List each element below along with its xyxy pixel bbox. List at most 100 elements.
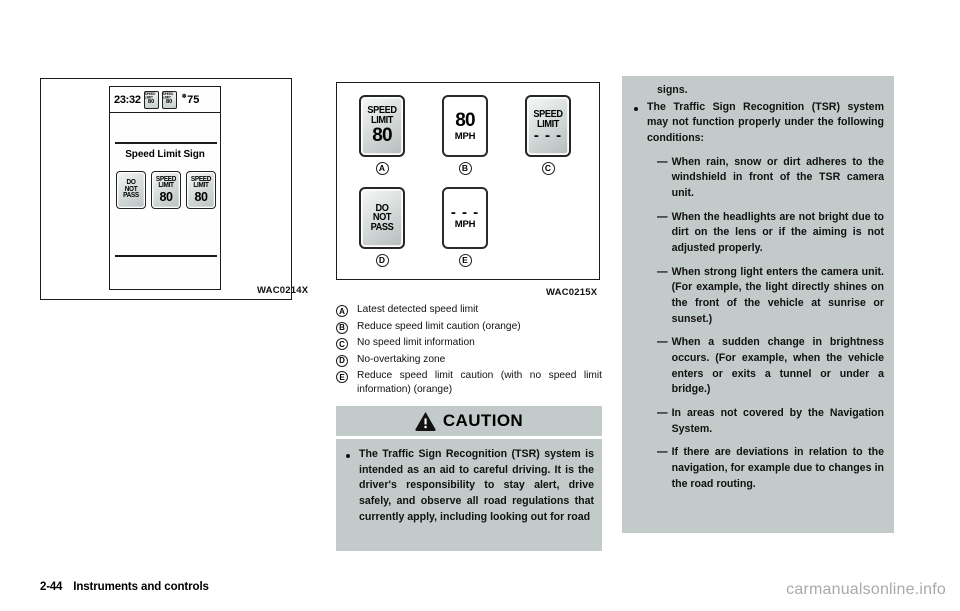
bullet-dot-icon xyxy=(634,106,638,111)
mini-sign-value: 80 xyxy=(148,99,155,106)
sign-graphic-speed-limit-none: SPEED LIMIT - - - xyxy=(525,95,571,157)
meter-section-title: Speed Limit Sign xyxy=(125,149,205,160)
sign-label-line-2: LIMIT xyxy=(193,181,209,190)
sign-graphic-80-mph: 80 MPH xyxy=(442,95,488,157)
caution-panel: CAUTION The Traffic Sign Recognition (TS… xyxy=(336,406,602,551)
sign-value: - - - xyxy=(450,204,480,222)
condition-item: — When strong light enters the camera un… xyxy=(632,265,884,328)
sign-variant-a: SPEED LIMIT 80 A xyxy=(359,95,405,175)
section-title: Instruments and controls xyxy=(73,581,209,593)
warning-triangle-icon xyxy=(415,411,436,431)
condition-item: — When the headlights are not bright due… xyxy=(632,210,884,257)
dash-marker: — xyxy=(657,336,668,349)
sign-label-line-2: LIMIT xyxy=(158,181,174,190)
meter-sign-row: DO NOT PASS SPEED LIMIT 80 SPEED LIMIT 8… xyxy=(116,171,216,209)
meter-screen: 23:32 SPEED LIMIT 80 SPEED LIMIT 80 ❄ 75… xyxy=(109,86,221,290)
page-footer: 2-44 Instruments and controls xyxy=(40,581,209,593)
callout-key-a: A xyxy=(375,162,389,175)
dash-marker: — xyxy=(657,407,668,420)
sign-variant-e: - - - MPH E xyxy=(442,187,488,267)
meter-divider-bottom xyxy=(115,255,217,257)
sign-graphic-do-not-pass: DO NOT PASS xyxy=(359,187,405,249)
legend-text-e: Reduce speed limit caution (with no spee… xyxy=(357,370,602,395)
caution-continuation-panel: signs. The Traffic Sign Recognition (TSR… xyxy=(622,76,894,533)
bullet-dot-icon xyxy=(346,454,350,458)
condition-text: When strong light enters the camera unit… xyxy=(671,265,884,325)
dash-marker: — xyxy=(657,265,668,278)
mini-sign-label: SPEED LIMIT xyxy=(162,91,174,100)
figure2-caption: WAC0215X xyxy=(546,287,598,298)
dash-marker: — xyxy=(657,446,668,459)
sign-do-not-pass: DO NOT PASS xyxy=(116,171,146,209)
condition-text: When the headlights are not bright due t… xyxy=(671,210,884,255)
sign-unit: MPH xyxy=(454,218,476,230)
callout-key-c: C xyxy=(541,162,555,175)
legend-text-d: No-overtaking zone xyxy=(357,353,446,365)
condition-text: When rain, snow or dirt adheres to the w… xyxy=(671,155,884,200)
mini-sign-value: 80 xyxy=(166,99,173,106)
page-number: 2-44 xyxy=(40,581,63,593)
legend-item: C No speed limit information xyxy=(336,336,602,350)
manual-page: 23:32 SPEED LIMIT 80 SPEED LIMIT 80 ❄ 75… xyxy=(0,0,960,611)
sign-graphic-mph-none: - - - MPH xyxy=(442,187,488,249)
legend-item: A Latest detected speed limit xyxy=(336,303,602,317)
sign-variant-d: DO NOT PASS D xyxy=(359,187,405,267)
sign-speed-limit-1: SPEED LIMIT 80 xyxy=(151,171,181,209)
sign-speed-limit-2: SPEED LIMIT 80 xyxy=(186,171,216,209)
mini-sign-label: SPEED LIMIT xyxy=(144,91,156,100)
legend-text-b: Reduce speed limit caution (orange) xyxy=(357,320,521,332)
legend-item: B Reduce speed limit caution (orange) xyxy=(336,320,602,334)
legend-item: D No-overtaking zone xyxy=(336,353,602,367)
figure-sign-variants: SPEED LIMIT 80 A 80 MPH B SPEED LIMIT - … xyxy=(336,82,600,280)
snowflake-icon: ❄ xyxy=(181,93,187,100)
condition-item: — When rain, snow or dirt adheres to the… xyxy=(632,155,884,202)
sign-graphic-speed-limit-80: SPEED LIMIT 80 xyxy=(359,95,405,157)
caution-bullet-text: The Traffic Sign Recognition (TSR) syste… xyxy=(647,100,884,145)
sign-value: 80 xyxy=(194,189,208,204)
condition-item: — When a sudden change in brightness occ… xyxy=(632,335,884,398)
legend-key-a: A xyxy=(336,305,348,317)
caution-header: CAUTION xyxy=(336,406,602,436)
mini-speed-limit-sign-2: SPEED LIMIT 80 xyxy=(161,90,177,109)
caution-bullet-text: The Traffic Sign Recognition (TSR) syste… xyxy=(359,448,594,523)
sign-variant-b: 80 MPH B xyxy=(442,95,488,175)
dash-marker: — xyxy=(657,155,668,168)
condition-text: When a sudden change in brightness occur… xyxy=(671,336,884,396)
legend-key-b: B xyxy=(336,321,348,334)
meter-temperature: ❄ 75 xyxy=(182,94,200,106)
callout-key-e: E xyxy=(458,254,472,267)
figure-meter-display: 23:32 SPEED LIMIT 80 SPEED LIMIT 80 ❄ 75… xyxy=(40,78,292,300)
sign-value: 80 xyxy=(372,125,392,147)
figure1-caption: WAC0214X xyxy=(257,285,309,296)
sign-label-line-2: LIMIT xyxy=(371,113,393,125)
legend-key-c: C xyxy=(336,338,348,350)
sign-value: 80 xyxy=(159,189,173,204)
sign-unit: MPH xyxy=(454,130,476,142)
condition-item: — In areas not covered by the Navigation… xyxy=(632,406,884,437)
condition-text: If there are deviations in relation to t… xyxy=(671,446,884,490)
mini-speed-limit-sign-1: SPEED LIMIT 80 xyxy=(143,90,159,109)
meter-divider-top xyxy=(115,142,217,144)
sign-line-3: PASS xyxy=(123,191,139,200)
legend-text-c: No speed limit information xyxy=(357,337,475,348)
site-watermark: carmanualsonline.info xyxy=(786,581,946,598)
legend-item: E Reduce speed limit caution (with no sp… xyxy=(336,369,602,396)
sign-line-3: PASS xyxy=(370,221,394,233)
callout-key-d: D xyxy=(375,254,389,267)
figure2-legend: A Latest detected speed limit B Reduce s… xyxy=(336,303,602,399)
sign-variant-c: SPEED LIMIT - - - C xyxy=(525,95,571,175)
legend-text-a: Latest detected speed limit xyxy=(357,304,479,315)
legend-key-e: E xyxy=(336,371,348,383)
callout-key-b: B xyxy=(458,162,472,175)
sign-value: 80 xyxy=(455,110,475,132)
meter-status-bar: 23:32 SPEED LIMIT 80 SPEED LIMIT 80 ❄ 75 xyxy=(110,87,220,113)
sign-label-line-2: LIMIT xyxy=(537,118,559,130)
meter-clock: 23:32 xyxy=(114,93,141,106)
condition-item: — If there are deviations in relation to… xyxy=(632,445,884,492)
caution-bullet-item: The Traffic Sign Recognition (TSR) syste… xyxy=(344,447,594,525)
temperature-value: 75 xyxy=(187,93,200,106)
caution-title: CAUTION xyxy=(442,411,524,430)
caution-bullet-item: The Traffic Sign Recognition (TSR) syste… xyxy=(632,100,884,147)
continuation-text: signs. xyxy=(657,84,688,96)
legend-key-d: D xyxy=(336,354,348,367)
